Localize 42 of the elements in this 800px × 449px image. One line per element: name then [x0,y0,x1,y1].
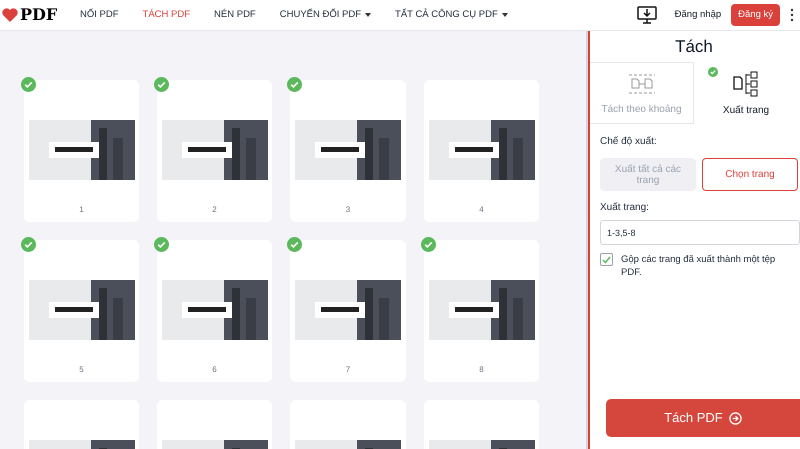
split-mode-tab[interactable]: Tách theo khoảng [590,62,694,124]
pages-input-field[interactable]: 1-3,5-8 [600,220,800,245]
page-card[interactable]: 2 [157,80,272,222]
page-number: 3 [346,204,350,216]
page-number: 5 [79,364,84,376]
page-number: 2 [212,204,217,216]
page-card[interactable]: 8 [424,240,539,382]
nav-link[interactable]: CHUYỂN ĐỔI PDF [280,8,372,22]
nav-link[interactable]: NÉN PDF [214,8,256,22]
more-menu-icon[interactable] [790,8,794,22]
nav-link[interactable]: NỐI PDF [80,8,119,22]
login-link[interactable]: Đăng nhập [674,8,722,22]
pages-label: Xuất trang: [600,201,650,215]
nav-link[interactable]: TẤT CẢ CÔNG CỤ PDF [395,8,508,22]
nav-link[interactable]: TÁCH PDF [142,8,190,22]
mode-label: Chế độ xuất: [600,135,658,149]
page-card[interactable]: 7 [290,240,406,382]
extract-pages-icon [732,71,760,97]
page-card[interactable]: 5 [24,240,139,382]
page-number: 7 [346,364,350,376]
export-mode-button[interactable]: Chọn trang [702,158,798,191]
monitor-download-icon[interactable] [636,6,657,24]
arrow-circle-icon [728,412,742,424]
logo-text: PDF [20,7,58,23]
merge-checkbox[interactable] [600,253,613,266]
page-card[interactable]: 1 [24,80,139,222]
page-number: 8 [479,364,484,376]
page-card[interactable]: 6 [157,240,272,382]
checkmark-icon [602,256,611,264]
page-number: 4 [479,204,484,216]
split-mode-tab[interactable]: Xuất trang [694,62,798,124]
panel-title: Tách [674,36,714,58]
page-card[interactable]: 3 [290,80,406,222]
heart-logo-icon [2,8,18,22]
range-split-icon [628,72,656,96]
page-card[interactable]: 4 [424,80,539,222]
check-icon [708,67,718,77]
merge-label: Gộp các trang đã xuất thành một tệp PDF. [621,253,776,279]
page-number: 6 [212,364,217,376]
split-pdf-button[interactable]: Tách PDF [606,399,800,437]
page-number: 1 [79,204,84,216]
signup-button[interactable]: Đăng ký [731,4,780,26]
